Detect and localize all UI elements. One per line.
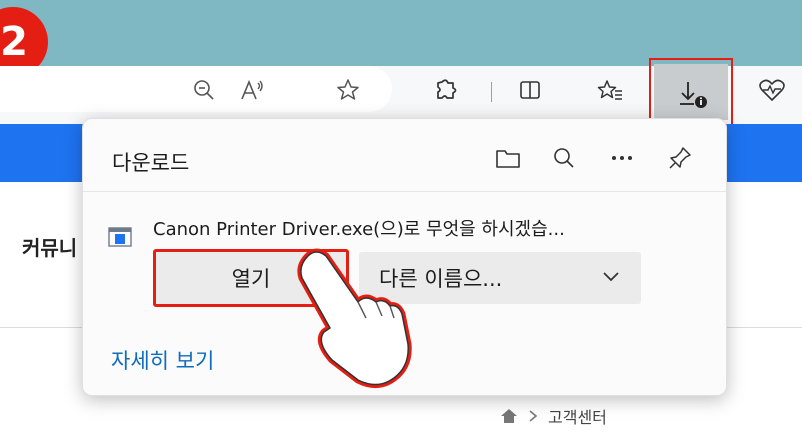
toolbar-divider (491, 82, 492, 102)
home-icon[interactable] (500, 408, 518, 424)
browser-titlebar (0, 0, 802, 66)
exe-file-icon (108, 225, 132, 249)
downloads-button-highlight (649, 58, 733, 126)
browser-essentials-icon[interactable] (756, 74, 788, 106)
pin-icon[interactable] (663, 141, 697, 175)
zoom-out-icon[interactable] (188, 74, 220, 106)
more-options-icon[interactable] (605, 141, 639, 175)
read-aloud-icon[interactable] (236, 74, 268, 106)
chevron-down-icon[interactable] (601, 266, 621, 286)
flyout-divider (83, 191, 726, 192)
page-menu-text[interactable]: 커뮤니 (22, 232, 77, 261)
breadcrumb-current[interactable]: 고객센터 (548, 404, 607, 428)
chevron-right-icon (529, 410, 538, 422)
extensions-icon[interactable] (430, 74, 462, 106)
see-more-link[interactable]: 자세히 보기 (111, 345, 214, 375)
split-screen-icon[interactable] (514, 74, 546, 106)
favorites-icon[interactable] (594, 74, 626, 106)
folder-icon[interactable] (491, 141, 525, 175)
search-icon[interactable] (547, 141, 581, 175)
breadcrumb: 고객센터 (500, 404, 607, 428)
pointing-hand-icon (297, 248, 412, 388)
favorite-star-icon[interactable] (332, 74, 364, 106)
downloads-title: 다운로드 (112, 151, 190, 175)
download-file-name: Canon Printer Driver.exe(으)로 무엇을 하시겠습... (153, 219, 565, 240)
